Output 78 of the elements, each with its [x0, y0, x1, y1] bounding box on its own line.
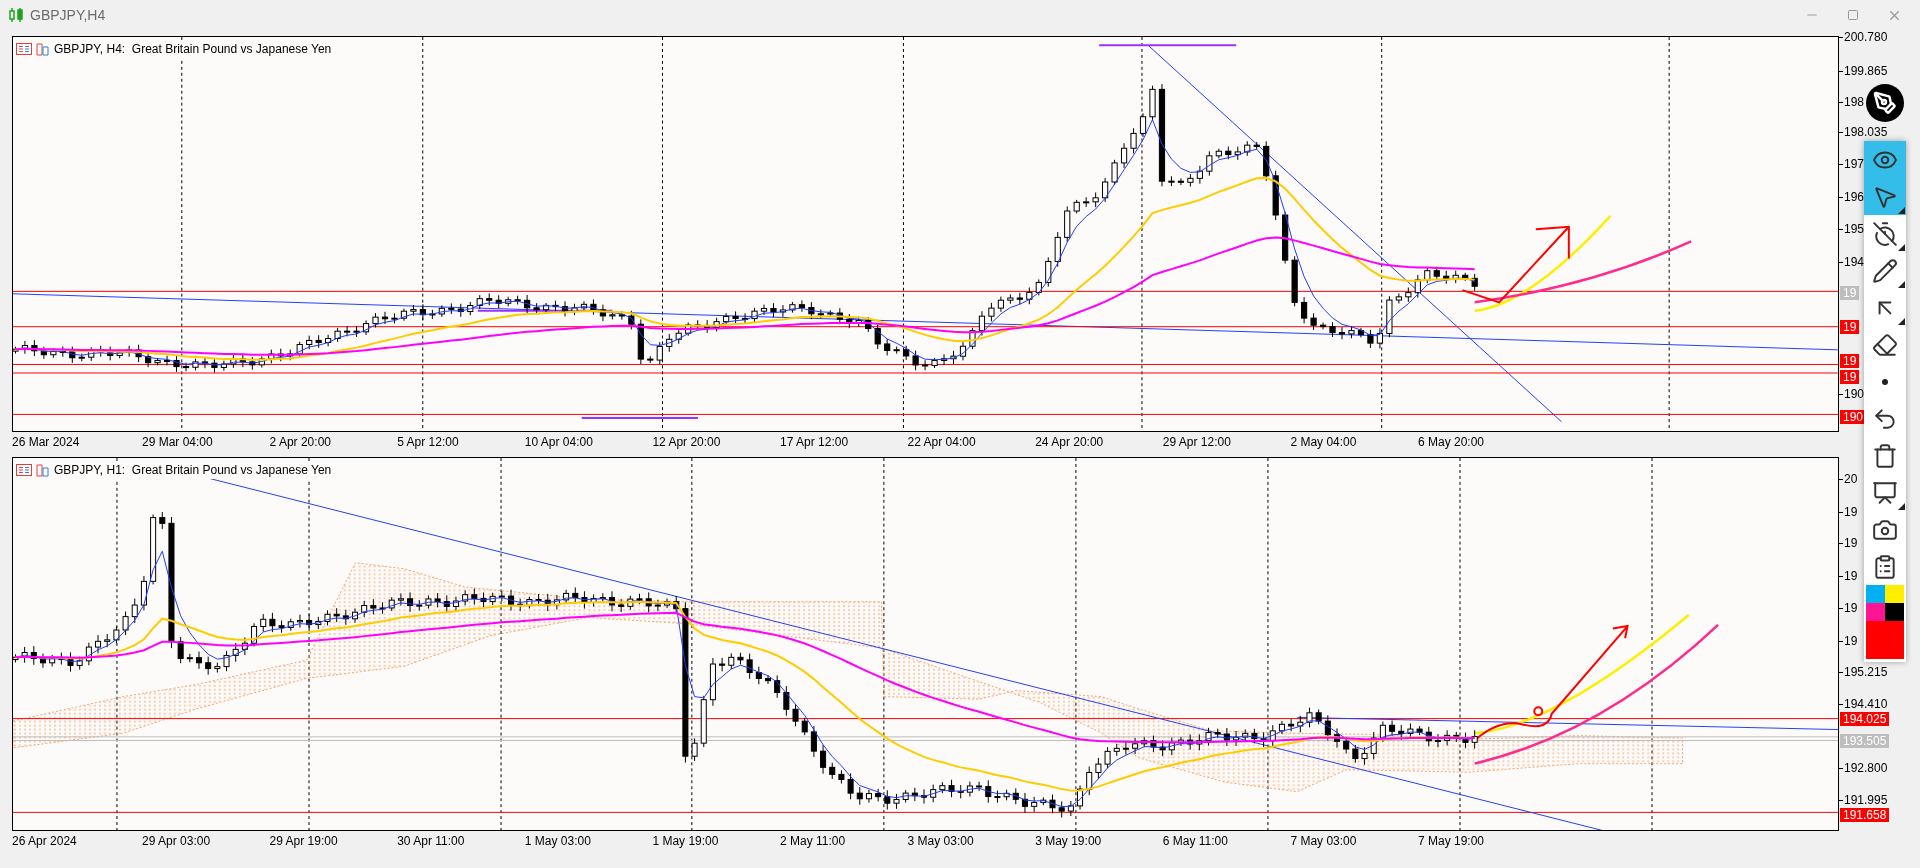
- time-label: 6 May 11:00: [1162, 834, 1228, 848]
- time-label: 12 Apr 20:00: [652, 435, 721, 449]
- price-marker-label: 190: [1840, 410, 1867, 424]
- list-icon[interactable]: [16, 464, 32, 476]
- price-marker-label: 19: [1840, 354, 1860, 368]
- easel-icon: [1872, 479, 1898, 506]
- trash-icon: [1872, 442, 1898, 469]
- time-label: 6 May 20:00: [1418, 435, 1485, 449]
- price-label: 194: [1843, 255, 1865, 269]
- tool-button[interactable]: [1864, 141, 1906, 178]
- chart-window-icon[interactable]: [36, 463, 50, 477]
- time-label: 2 Apr 20:00: [269, 435, 331, 449]
- price-label: 190: [1843, 387, 1865, 401]
- price-label: 200.780: [1843, 30, 1888, 44]
- time-label: 3 May 19:00: [1035, 834, 1102, 848]
- time-label: 3 May 03:00: [907, 834, 974, 848]
- price-marker-label: 19: [1840, 370, 1860, 384]
- time-label: 10 Apr 04:00: [524, 435, 593, 449]
- time-label: 1 May 03:00: [524, 834, 591, 848]
- tool-button[interactable]: [1864, 548, 1906, 585]
- price-label: 198.035: [1843, 125, 1888, 139]
- maximize-icon: [1847, 9, 1859, 21]
- time-label: 2 May 11:00: [780, 834, 846, 848]
- time-label: 5 Apr 12:00: [397, 435, 459, 449]
- time-label: 26 Apr 2024: [12, 834, 77, 848]
- price-marker-label: 19: [1840, 320, 1860, 334]
- time-label: 1 May 19:00: [652, 834, 719, 848]
- price-label: 194.410: [1843, 697, 1888, 711]
- price-label: 195: [1843, 222, 1865, 236]
- price-label: 19: [1843, 569, 1858, 583]
- candlestick-icon: [8, 7, 24, 23]
- pen-button[interactable]: [1866, 84, 1904, 122]
- time-label: 29 Apr 12:00: [1162, 435, 1231, 449]
- price-marker-label: 193.505: [1840, 734, 1890, 748]
- price-marker-label: 194.025: [1840, 712, 1890, 726]
- hand-drawn-circle: [1533, 706, 1544, 717]
- time-label: 29 Apr 03:00: [142, 834, 211, 848]
- chart-window-icon[interactable]: [36, 42, 50, 56]
- pencil-icon: [1872, 257, 1898, 284]
- color-swatch[interactable]: [1866, 585, 1885, 603]
- eraser-icon: [1872, 331, 1898, 358]
- stopwatch-icon: [1872, 220, 1898, 247]
- price-marker-label: 19: [1840, 286, 1860, 300]
- price-marker-label: 191.658: [1840, 808, 1890, 822]
- tool-button[interactable]: [1864, 178, 1906, 215]
- chart-header: GBPJPY, H4: Great Britain Pound vs Japanese Yen: [54, 40, 332, 58]
- price-label: 196: [1843, 190, 1865, 204]
- price-label: 191.995: [1843, 793, 1888, 807]
- time-label: 17 Apr 12:00: [780, 435, 849, 449]
- price-label: 192.800: [1843, 761, 1888, 775]
- clipboard-icon: [1872, 553, 1898, 580]
- price-label: 19: [1843, 536, 1858, 550]
- tool-button[interactable]: [1864, 215, 1906, 252]
- time-label: 2 May 04:00: [1290, 435, 1357, 449]
- time-label: 29 Mar 04:00: [142, 435, 213, 449]
- time-label: 30 Apr 11:00: [397, 834, 465, 848]
- time-label: 7 May 03:00: [1290, 834, 1357, 848]
- color-swatch[interactable]: [1885, 603, 1904, 621]
- color-swatch[interactable]: [1866, 603, 1885, 621]
- time-label: 22 Apr 04:00: [907, 435, 976, 449]
- chart-header: GBPJPY, H1: Great Britain Pound vs Japanese Yen: [54, 461, 332, 479]
- price-label: 20: [1843, 472, 1858, 486]
- time-label: 26 Mar 2024: [12, 435, 80, 449]
- price-label: 19: [1843, 634, 1858, 648]
- price-label: 198: [1843, 95, 1865, 109]
- price-label: 195.215: [1843, 665, 1888, 679]
- time-label: 7 May 19:00: [1418, 834, 1485, 848]
- list-icon[interactable]: [16, 43, 32, 55]
- color-swatch[interactable]: [1866, 621, 1904, 659]
- price-label: 19: [1843, 601, 1858, 615]
- price-label: 19: [1843, 505, 1858, 519]
- price-label: 199.865: [1843, 64, 1888, 78]
- time-label: 24 Apr 20:00: [1035, 435, 1104, 449]
- window-title: GBPJPY,H4: [30, 5, 106, 25]
- color-swatch[interactable]: [1885, 585, 1904, 603]
- pen-nib-icon: [1873, 91, 1897, 115]
- price-label: 197: [1843, 157, 1865, 171]
- time-label: 29 Apr 19:00: [269, 834, 338, 848]
